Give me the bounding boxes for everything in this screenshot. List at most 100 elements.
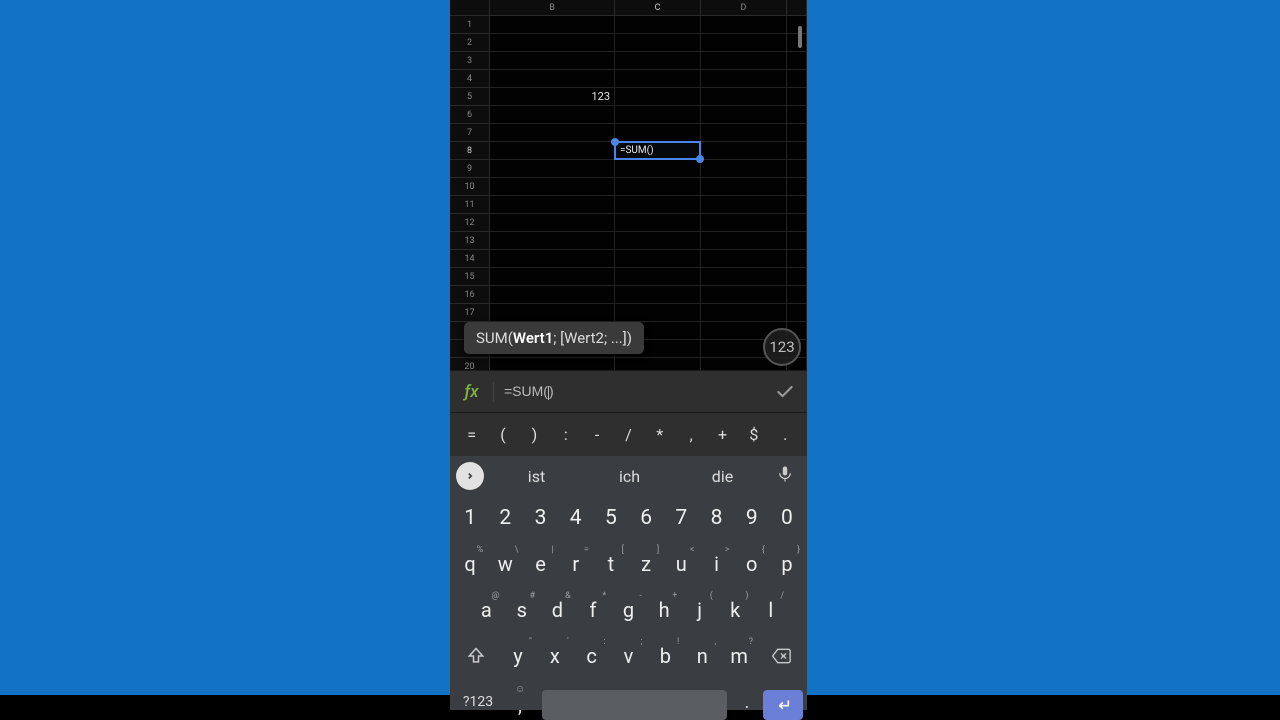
spreadsheet[interactable]: BCD 1234512367891011121314151617181920 =… <box>450 0 807 370</box>
symbol-key[interactable]: ) <box>519 425 549 444</box>
key[interactable]: x' <box>538 636 572 676</box>
sheet-corner[interactable] <box>450 0 490 16</box>
cell[interactable] <box>615 214 701 232</box>
cell[interactable] <box>490 286 615 304</box>
key[interactable]: i> <box>700 544 732 584</box>
key[interactable]: b! <box>648 636 682 676</box>
cell[interactable] <box>615 34 701 52</box>
emoji-comma-key[interactable]: ☺ , <box>505 682 535 720</box>
column-header[interactable]: D <box>701 0 787 16</box>
cell[interactable] <box>615 124 701 142</box>
mic-button[interactable] <box>769 465 801 487</box>
cell[interactable] <box>701 268 787 286</box>
key[interactable]: 1 <box>454 498 486 538</box>
cell[interactable] <box>615 160 701 178</box>
key[interactable]: j( <box>683 590 716 630</box>
period-key[interactable]: . <box>734 682 760 720</box>
key[interactable]: z] <box>630 544 662 584</box>
cell[interactable] <box>490 268 615 286</box>
symbol-key[interactable]: - <box>582 425 612 444</box>
symbol-key[interactable]: / <box>613 425 643 444</box>
key[interactable]: 7 <box>665 498 697 538</box>
cell[interactable] <box>701 232 787 250</box>
row-header[interactable]: 12 <box>450 214 490 232</box>
row-header[interactable]: 13 <box>450 232 490 250</box>
cell[interactable] <box>490 250 615 268</box>
key[interactable]: q% <box>454 544 486 584</box>
cell[interactable] <box>701 106 787 124</box>
key[interactable]: t[ <box>595 544 627 584</box>
key[interactable]: e| <box>524 544 556 584</box>
cell[interactable] <box>615 88 701 106</box>
key[interactable]: d& <box>541 590 574 630</box>
symbol-key[interactable]: $ <box>739 425 769 444</box>
cell[interactable] <box>615 196 701 214</box>
key[interactable]: l/ <box>755 590 788 630</box>
key[interactable]: 0 <box>771 498 803 538</box>
cell[interactable] <box>701 16 787 34</box>
cell[interactable] <box>701 142 787 160</box>
cell[interactable] <box>615 250 701 268</box>
key[interactable]: f* <box>577 590 610 630</box>
cell[interactable] <box>615 142 701 160</box>
suggestion[interactable]: ich <box>583 467 676 486</box>
confirm-button[interactable] <box>763 371 807 413</box>
cell[interactable] <box>701 70 787 88</box>
symbol-key[interactable]: . <box>770 425 800 444</box>
cell[interactable] <box>615 304 701 322</box>
cell[interactable] <box>701 196 787 214</box>
key[interactable]: o{ <box>736 544 768 584</box>
cell[interactable] <box>490 196 615 214</box>
cell[interactable] <box>701 214 787 232</box>
key[interactable]: p} <box>771 544 803 584</box>
cell[interactable] <box>490 52 615 70</box>
cell[interactable] <box>490 232 615 250</box>
symbol-key[interactable]: + <box>708 425 738 444</box>
symbols-toggle-key[interactable]: ?123 <box>454 682 502 720</box>
key[interactable]: v; <box>612 636 646 676</box>
cell[interactable] <box>490 124 615 142</box>
cell[interactable] <box>490 358 615 370</box>
cell[interactable] <box>615 286 701 304</box>
row-header[interactable]: 8 <box>450 142 490 160</box>
row-header[interactable]: 15 <box>450 268 490 286</box>
row-header[interactable]: 1 <box>450 16 490 34</box>
key[interactable]: 3 <box>524 498 556 538</box>
cell[interactable] <box>490 304 615 322</box>
cell[interactable] <box>615 106 701 124</box>
key[interactable]: c: <box>575 636 609 676</box>
numeric-pad-toggle[interactable]: 123 <box>763 328 801 366</box>
key[interactable]: 9 <box>736 498 768 538</box>
key[interactable]: n, <box>685 636 719 676</box>
symbol-key[interactable]: * <box>645 425 675 444</box>
column-header[interactable]: C <box>615 0 701 16</box>
cell[interactable] <box>490 142 615 160</box>
key[interactable]: 6 <box>630 498 662 538</box>
symbol-key[interactable]: : <box>551 425 581 444</box>
row-header[interactable]: 20 <box>450 358 490 370</box>
enter-key[interactable] <box>763 690 803 720</box>
key[interactable]: s# <box>506 590 539 630</box>
cell[interactable] <box>490 178 615 196</box>
column-header[interactable]: B <box>490 0 615 16</box>
cell[interactable] <box>701 52 787 70</box>
cell[interactable] <box>490 106 615 124</box>
symbol-key[interactable]: = <box>457 425 487 444</box>
cell[interactable] <box>615 52 701 70</box>
row-header[interactable]: 17 <box>450 304 490 322</box>
key[interactable]: m? <box>722 636 756 676</box>
row-header[interactable]: 4 <box>450 70 490 88</box>
symbol-key[interactable]: ( <box>488 425 518 444</box>
cell[interactable] <box>490 34 615 52</box>
row-header[interactable]: 10 <box>450 178 490 196</box>
cell[interactable] <box>701 178 787 196</box>
cell[interactable] <box>615 232 701 250</box>
cell[interactable] <box>490 16 615 34</box>
cell[interactable] <box>701 304 787 322</box>
sheet-rows[interactable]: 1234512367891011121314151617181920 <box>450 16 807 370</box>
cell[interactable] <box>701 286 787 304</box>
cell[interactable] <box>615 70 701 88</box>
row-header[interactable]: 7 <box>450 124 490 142</box>
suggestion[interactable]: die <box>676 467 769 486</box>
cell[interactable] <box>701 160 787 178</box>
